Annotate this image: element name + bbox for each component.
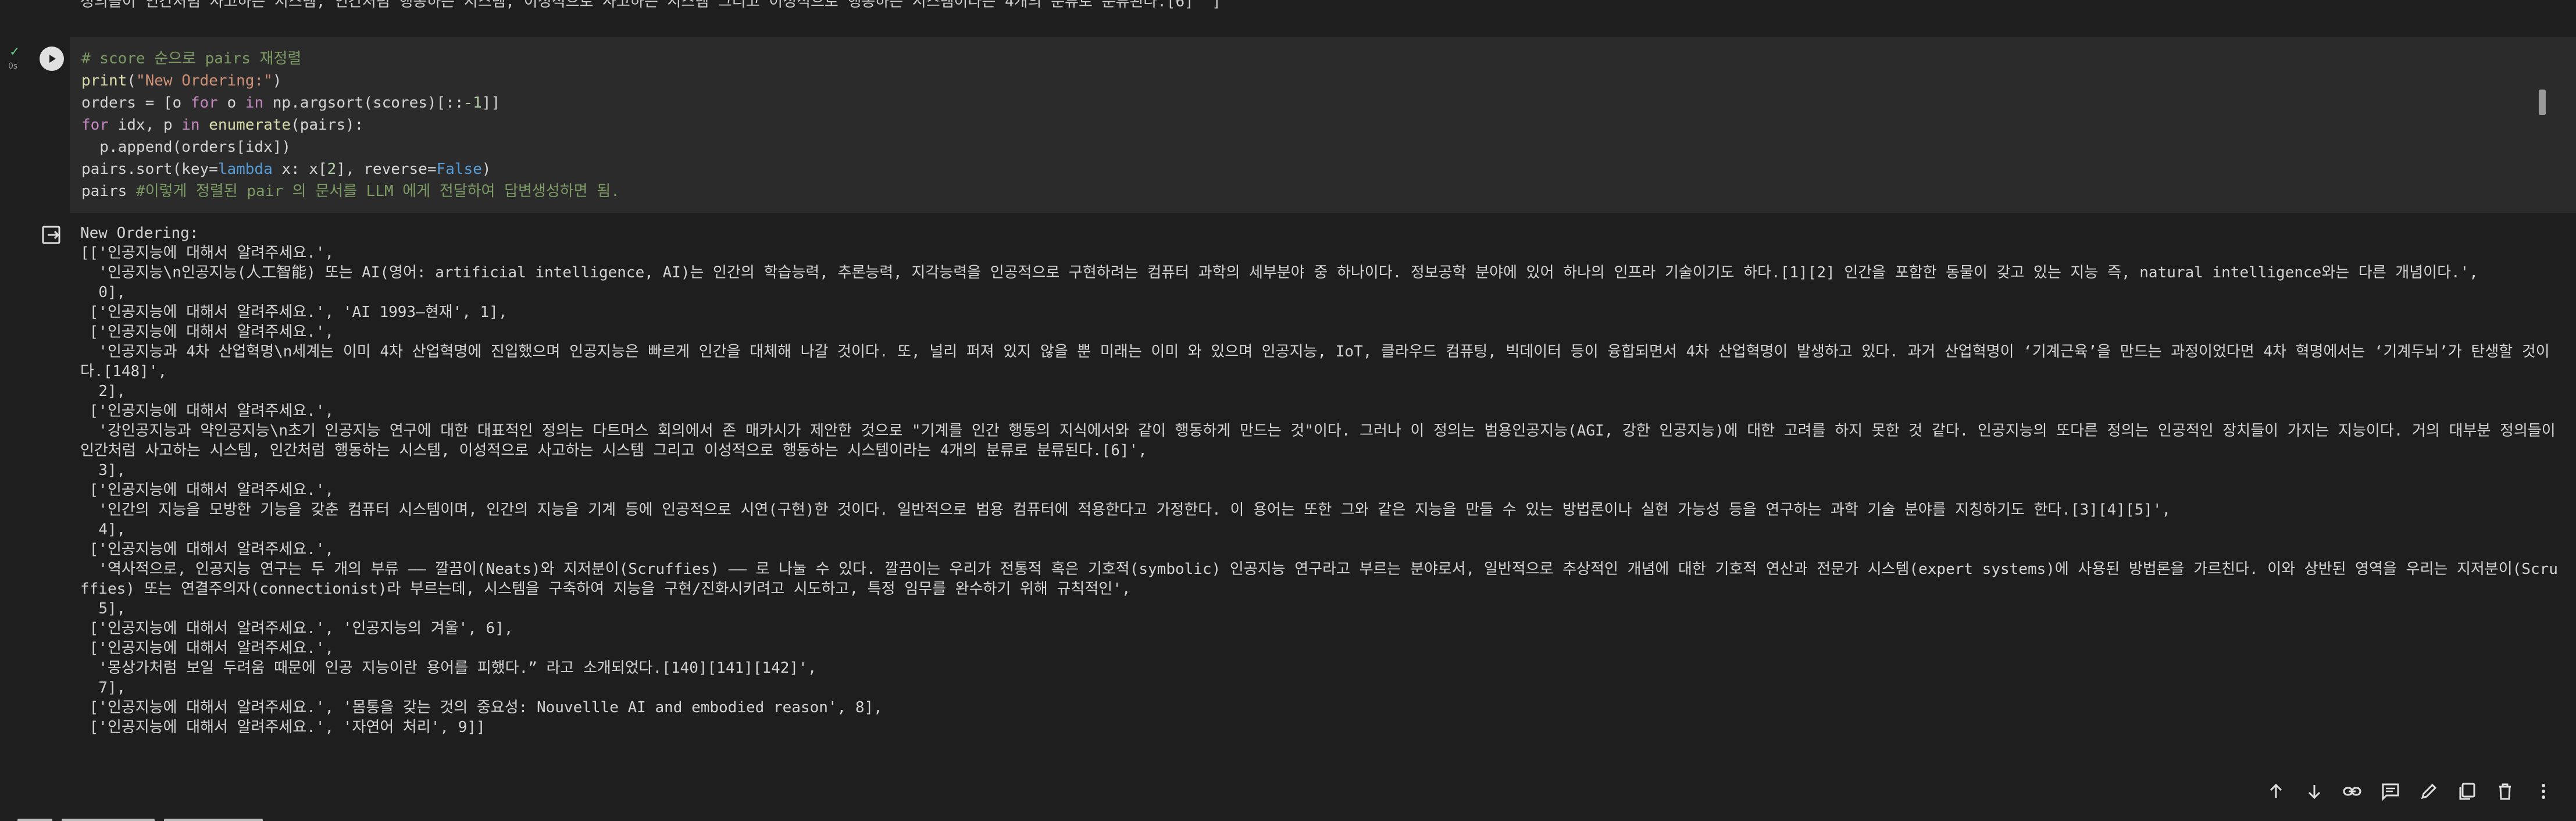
code-token: "New Ordering:" [135, 72, 273, 90]
mirror-cell-icon [2459, 783, 2475, 800]
output-line: ['인공지능에 대해서 알려주세요.', [80, 402, 334, 420]
arrow-down-icon [2308, 785, 2320, 799]
code-line: pairs.sort(key=lambda x: x[2], reverse=F… [81, 158, 2524, 180]
run-cell-button[interactable] [40, 47, 64, 71]
arrow-up-icon [2270, 783, 2282, 798]
mirror-cell-button[interactable] [2456, 780, 2479, 803]
output-line: 3], [80, 462, 126, 479]
link-icon [2343, 787, 2361, 796]
code-token: print [81, 72, 127, 90]
output-line: '몽상가처럼 보일 두려움 때문에 인공 지능이란 용어를 피했다.” 라고 소… [80, 659, 817, 677]
execution-status: ✓ 0s [6, 45, 29, 78]
output-line: ['인공지능에 대해서 알려주세요.', 'AI 1993–현재', 1], [80, 304, 508, 321]
cell-toolbar [2264, 776, 2555, 807]
code-token: False [436, 160, 482, 178]
code-token: ) [481, 160, 491, 178]
code-token: ], reverse= [336, 160, 437, 178]
editor-scrollbar[interactable] [2539, 90, 2546, 115]
output-line: ['인공지능에 대해서 알려주세요.', '몸통을 갖는 것의 중요성: Nou… [80, 699, 883, 716]
code-token: ]] [481, 94, 501, 112]
code-token: o [172, 94, 191, 112]
code-token: # score 순으로 pairs 재정렬 [81, 50, 302, 67]
code-token: lambda [217, 160, 273, 178]
code-line: print("New Ordering:") [81, 70, 2524, 92]
code-line: for idx, p in enumerate(pairs): [81, 114, 2524, 136]
output-line: ['인공지능에 대해서 알려주세요.', [80, 541, 334, 558]
comment-icon [2382, 783, 2399, 801]
code-token: p.append(orders[idx]) [81, 138, 291, 156]
output-line: ['인공지능에 대해서 알려주세요.', [80, 323, 334, 341]
code-token: enumerate [209, 116, 291, 134]
output-line: ['인공지능에 대해서 알려주세요.', [80, 640, 334, 657]
code-token: o [217, 94, 245, 112]
code-token: in [181, 116, 200, 134]
execution-time: 0s [8, 62, 18, 71]
output-line: 4], [80, 521, 126, 538]
code-line: p.append(orders[idx]) [81, 136, 2524, 158]
copy-link-button[interactable] [2341, 780, 2364, 803]
output-line: '인공지능\n인공지능(人工智能) 또는 AI(영어: artificial i… [80, 264, 2478, 281]
code-editor[interactable]: # score 순으로 pairs 재정렬 print("New Ordering… [81, 48, 2524, 202]
delete-icon [2499, 783, 2511, 800]
play-icon [49, 55, 56, 63]
add-comment-button[interactable] [2379, 780, 2402, 803]
check-icon: ✓ [9, 45, 20, 59]
output-line: 7], [80, 679, 126, 697]
move-down-button[interactable] [2303, 780, 2326, 803]
output-line: '역사적으로, 인공지능 연구는 두 개의 부류 —— 깔끔이(Neats)와 … [80, 561, 2558, 598]
output-line: [['인공지능에 대해서 알려주세요.', [80, 244, 334, 262]
code-token: ( [127, 72, 136, 90]
more-vert-icon [2542, 784, 2546, 799]
cell-output: New Ordering: [['인공지능에 대해서 알려주세요.', '인공지능… [80, 223, 2563, 737]
notebook-page: 정의들이 인간처럼 사고하는 시스템, 인간처럼 행동하는 시스템, 이성적으로… [0, 0, 2576, 821]
code-line: pairs #이렇게 정렬된 pair 의 문서를 LLM 에게 전달하여 답변… [81, 180, 2524, 202]
output-line: '인공지능과 4차 산업혁명\n세계는 이미 4차 산업혁명에 진입했으며 인공… [80, 343, 2550, 380]
code-token: for [190, 94, 218, 112]
code-token: in [245, 94, 264, 112]
code-token: ) [272, 72, 282, 90]
code-token: idx, p [108, 116, 182, 134]
code-token: np.argsort(scores)[:: [263, 94, 464, 112]
more-actions-button[interactable] [2532, 780, 2555, 803]
code-token: 2 [327, 160, 337, 178]
delete-cell-button[interactable] [2494, 780, 2517, 803]
code-line: orders = [o for o in np.argsort(scores)[… [81, 92, 2524, 114]
output-actions-icon[interactable] [41, 223, 64, 247]
output-line: 2], [80, 383, 126, 400]
next-cell-heading-edge [17, 811, 320, 821]
output-line: '강인공지능과 약인공지능\n초기 인공지능 연구에 대한 대표적인 정의는 다… [80, 422, 2565, 459]
code-line: # score 순으로 pairs 재정렬 [81, 48, 2524, 70]
code-token: pairs [81, 183, 136, 200]
code-token: -1 [463, 94, 482, 112]
code-token: x: x[ [272, 160, 327, 178]
edit-icon [2421, 783, 2436, 799]
output-line: 0], [80, 284, 126, 301]
previous-output-tail: 정의들이 인간처럼 사고하는 시스템, 인간처럼 행동하는 시스템, 이성적으로… [80, 0, 1221, 10]
code-token: pairs.sort(key= [81, 160, 218, 178]
output-line: 5], [80, 600, 126, 617]
code-token: #이렇게 정렬된 pair 의 문서를 LLM 에게 전달하여 답변생성하면 됨… [135, 183, 620, 200]
output-line: ['인공지능에 대해서 알려주세요.', '인공지능의 겨울', 6], [80, 620, 513, 637]
output-line: '인간의 지능을 모방한 기능을 갖춘 컴퓨터 시스템이며, 인간의 지능을 기… [80, 501, 2171, 519]
code-token: (pairs): [291, 116, 364, 134]
output-line: ['인공지능에 대해서 알려주세요.', '자연어 처리', 9]] [80, 719, 486, 736]
move-up-button[interactable] [2264, 780, 2288, 803]
edit-cell-button[interactable] [2417, 780, 2441, 803]
code-token: for [81, 116, 109, 134]
output-line: New Ordering: [80, 224, 199, 242]
output-line: ['인공지능에 대해서 알려주세요.', [80, 481, 334, 499]
code-token: orders = [ [81, 94, 173, 112]
